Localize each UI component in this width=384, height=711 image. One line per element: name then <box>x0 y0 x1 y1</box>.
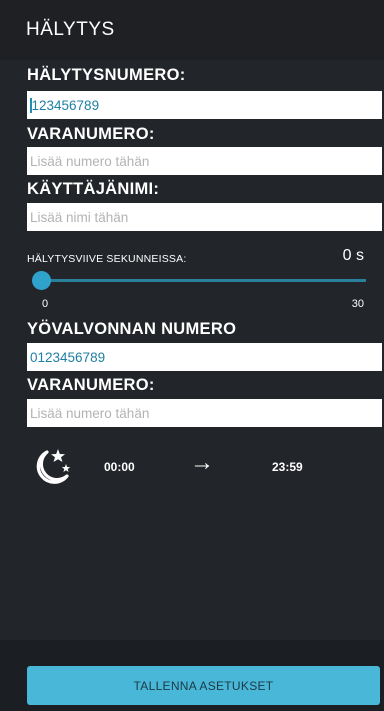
alarm-number-label: HÄLYTYSNUMERO: <box>27 66 186 84</box>
backup-number-placeholder: Lisää numero tähän <box>30 153 150 169</box>
username-field[interactable]: Lisää nimi tähän <box>27 203 382 231</box>
night-backup-number-placeholder: Lisää numero tähän <box>30 405 150 421</box>
night-number-value: 0123456789 <box>30 349 106 365</box>
alarm-delay-value: 0 s <box>342 247 364 264</box>
night-number-field[interactable]: 0123456789 <box>27 343 382 371</box>
backup-number-label: VARANUMERO: <box>27 125 155 143</box>
night-start-time[interactable]: 00:00 <box>104 460 135 474</box>
moon-stars-icon[interactable] <box>27 446 73 486</box>
night-backup-number-label: VARANUMERO: <box>27 376 155 394</box>
night-backup-number-field[interactable]: Lisää numero tähän <box>27 399 382 427</box>
alarm-number-field[interactable]: 123456789 <box>27 91 382 119</box>
arrow-right-icon: → <box>190 449 214 476</box>
save-settings-button[interactable]: TALLENNA ASETUKSET <box>27 666 380 705</box>
alarm-delay-slider-track[interactable] <box>42 279 366 282</box>
app-bar: HÄLYTYS <box>0 0 384 60</box>
slider-max-label: 30 <box>351 298 364 310</box>
slider-min-label: 0 <box>42 298 49 310</box>
username-placeholder: Lisää nimi tähän <box>30 209 129 225</box>
page-title: HÄLYTYS <box>26 19 115 40</box>
alarm-delay-slider-thumb[interactable] <box>32 271 51 290</box>
alarm-number-value: 123456789 <box>31 97 100 113</box>
backup-number-field[interactable]: Lisää numero tähän <box>27 147 382 175</box>
username-label: KÄYTTÄJÄNIMI: <box>27 180 160 198</box>
night-number-label: YÖVALVONNAN NUMERO <box>27 320 237 338</box>
night-end-time[interactable]: 23:59 <box>272 460 303 474</box>
alarm-delay-label: HÄLYTYSVIIVE SEKUNNEISSA: <box>27 253 187 265</box>
